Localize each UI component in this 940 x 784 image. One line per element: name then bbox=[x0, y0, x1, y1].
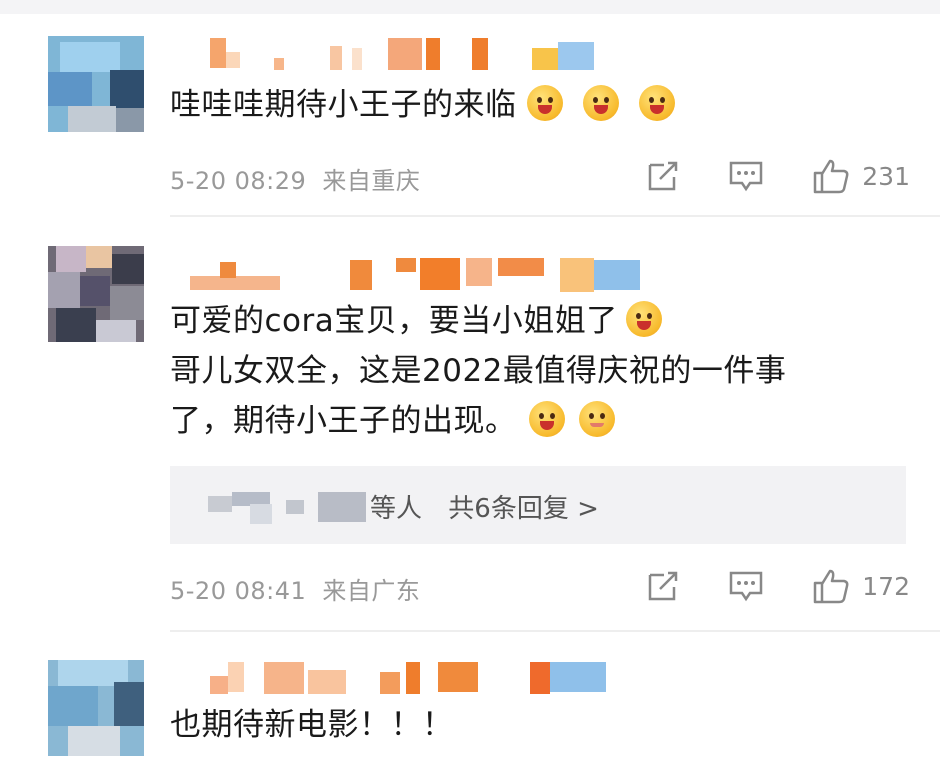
like-button[interactable]: 231 bbox=[812, 158, 910, 194]
comment-button[interactable] bbox=[728, 159, 764, 193]
location: 来自广东 bbox=[322, 577, 421, 605]
comment-meta: 5-20 08:41 来自广东 bbox=[170, 571, 420, 606]
divider bbox=[170, 215, 940, 217]
comment-icon bbox=[730, 571, 763, 602]
like-count: 231 bbox=[862, 161, 910, 191]
share-icon bbox=[649, 571, 678, 601]
cheer-emoji-icon bbox=[526, 85, 563, 121]
timestamp: 5-20 08:29 bbox=[170, 167, 307, 195]
reply-summary[interactable]: 等人 共6条回复 > bbox=[170, 466, 906, 544]
comment-meta: 5-20 08:29 来自重庆 bbox=[170, 161, 420, 196]
tongue-out-emoji-icon bbox=[625, 301, 662, 337]
timestamp: 5-20 08:41 bbox=[170, 577, 307, 605]
avatar[interactable] bbox=[48, 660, 144, 756]
comment-actions: 231 bbox=[598, 156, 910, 196]
username-blurred[interactable] bbox=[210, 662, 610, 698]
tongue-out-emoji-icon bbox=[528, 401, 565, 437]
comment-text: 也期待新电影！！！ bbox=[170, 707, 454, 743]
share-button[interactable] bbox=[646, 569, 680, 603]
reply-count-link[interactable]: 共6条回复 > bbox=[448, 494, 599, 524]
like-count: 172 bbox=[862, 571, 910, 601]
comment-text: 可爱的cora宝贝，要当小姐姐了 哥儿女双全，这是2022最值得庆祝的一件事 了… bbox=[170, 301, 787, 439]
thumbs-up-icon bbox=[814, 159, 849, 194]
comment-actions: 172 bbox=[598, 566, 910, 606]
blush-emoji-icon bbox=[578, 401, 615, 437]
share-icon bbox=[649, 161, 678, 191]
like-button[interactable]: 172 bbox=[812, 568, 910, 604]
cheer-emoji-icon bbox=[582, 85, 619, 121]
divider bbox=[170, 630, 940, 632]
comment-icon bbox=[730, 161, 763, 192]
location: 来自重庆 bbox=[322, 167, 421, 195]
avatar[interactable] bbox=[48, 36, 144, 132]
reply-users-blurred bbox=[208, 492, 366, 524]
comment-text: 哇哇哇期待小王子的来临 bbox=[170, 80, 675, 130]
comment-button[interactable] bbox=[728, 569, 764, 603]
username-blurred[interactable] bbox=[210, 38, 610, 74]
share-button[interactable] bbox=[646, 159, 680, 193]
cheer-emoji-icon bbox=[638, 85, 675, 121]
top-strip bbox=[0, 0, 940, 14]
avatar[interactable] bbox=[48, 246, 144, 342]
thumbs-up-icon bbox=[814, 569, 849, 604]
username-blurred[interactable] bbox=[190, 258, 650, 294]
